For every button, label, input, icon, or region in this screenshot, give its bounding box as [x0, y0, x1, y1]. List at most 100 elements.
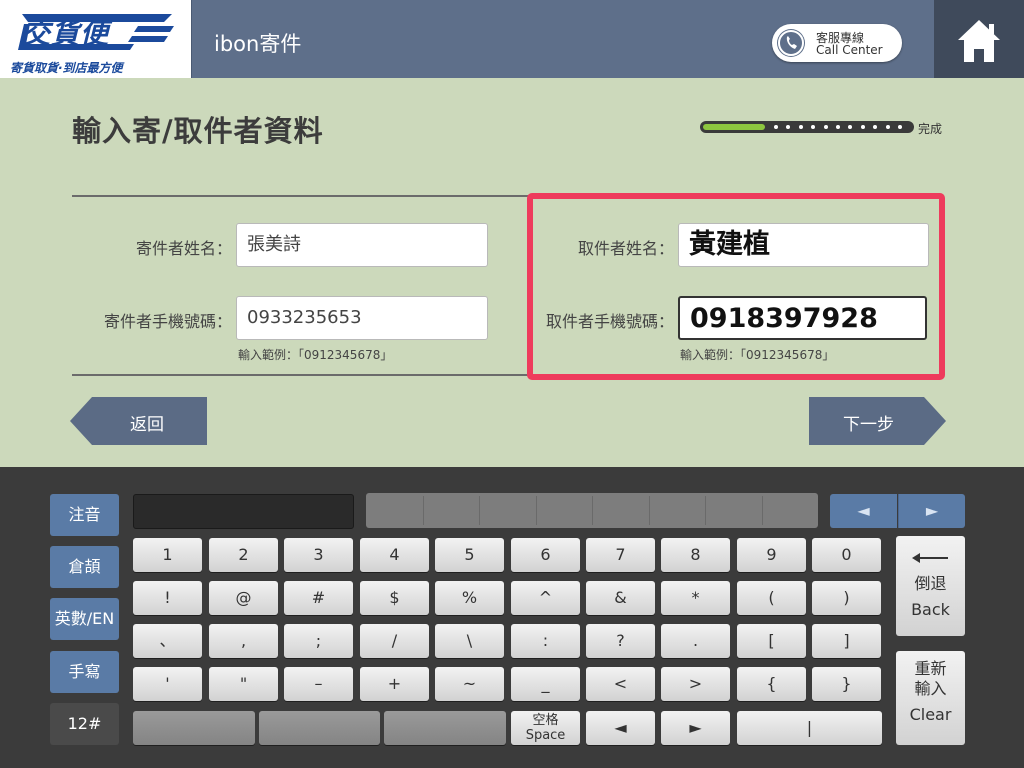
home-icon	[958, 20, 1000, 62]
key-row3-5[interactable]: :	[511, 624, 580, 658]
key-row2-4[interactable]: %	[435, 581, 504, 615]
key-row2-9[interactable]: )	[812, 581, 881, 615]
next-button-label: 下一步	[843, 415, 894, 435]
progress-fill	[703, 124, 765, 130]
candidate-separator	[762, 496, 763, 525]
key-row2-1[interactable]: @	[209, 581, 278, 615]
progress-dots	[774, 124, 908, 130]
cursor-right-key[interactable]: ►	[661, 711, 730, 745]
progress-bar	[700, 121, 914, 133]
candidate-separator	[592, 496, 593, 525]
key-row3-0[interactable]: 、	[133, 624, 202, 658]
key-row1-5[interactable]: 6	[511, 538, 580, 572]
progress-dot	[836, 125, 840, 129]
sender-name-input[interactable]: 張美詩	[236, 223, 488, 267]
key-row4-2[interactable]: –	[284, 667, 353, 701]
composition-display	[133, 494, 354, 529]
key-row3-1[interactable]: ,	[209, 624, 278, 658]
key-row4-5[interactable]: _	[511, 667, 580, 701]
mode-handwriting-key[interactable]: 手寫	[50, 651, 119, 693]
sender-phone-input[interactable]: 0933235653	[236, 296, 488, 340]
progress-dot	[823, 125, 828, 129]
key-row3-2[interactable]: ;	[284, 624, 353, 658]
key-row3-6[interactable]: ?	[586, 624, 655, 658]
progress-dot	[873, 125, 878, 129]
candidate-separator	[705, 496, 706, 525]
key-row3-3[interactable]: /	[360, 624, 429, 658]
key-row4-9[interactable]: }	[812, 667, 881, 701]
sender-phone-label: 寄件者手機號碼：	[103, 312, 232, 331]
backspace-label-zh: 倒退	[914, 574, 947, 593]
clear-key[interactable]: 重新 輸入 Clear	[896, 651, 965, 745]
page-title: 輸入寄/取件者資料	[72, 114, 324, 148]
progress-dot	[811, 125, 816, 129]
key-row3-7[interactable]: .	[661, 624, 730, 658]
blank-key-3[interactable]	[384, 711, 506, 745]
back-arrow-icon	[912, 553, 948, 563]
candidate-separator	[649, 496, 650, 525]
candidate-prev-button[interactable]: ◄	[830, 494, 897, 528]
key-row4-7[interactable]: >	[661, 667, 730, 701]
progress-dot	[786, 125, 791, 129]
cursor-left-key[interactable]: ◄	[586, 711, 655, 745]
key-row2-8[interactable]: (	[737, 581, 806, 615]
key-row2-5[interactable]: ^	[511, 581, 580, 615]
key-row1-2[interactable]: 3	[284, 538, 353, 572]
candidate-separator	[423, 496, 424, 525]
candidate-next-button[interactable]: ►	[898, 494, 965, 528]
header-bar: 交貨便 寄貨取貨·到店最方便 ibon寄件 客服專線 Call Center	[0, 0, 1024, 78]
progress-dot	[774, 125, 778, 129]
key-row3-9[interactable]: ]	[812, 624, 881, 658]
mode-english-key[interactable]: 英數/EN	[50, 598, 119, 640]
call-center-label-en: Call Center	[816, 43, 883, 57]
key-row2-6[interactable]: &	[586, 581, 655, 615]
space-key-label-zh: 空格	[532, 713, 559, 728]
key-row4-8[interactable]: {	[737, 667, 806, 701]
logo-text: 交貨便	[22, 17, 110, 50]
candidate-separator	[479, 496, 480, 525]
key-row2-2[interactable]: #	[284, 581, 353, 615]
key-row1-3[interactable]: 4	[360, 538, 429, 572]
key-row1-1[interactable]: 2	[209, 538, 278, 572]
cursor-bar-key[interactable]: |	[737, 711, 882, 745]
mode-cangjie-key[interactable]: 倉頡	[50, 546, 119, 588]
sender-name-label: 寄件者姓名：	[135, 239, 232, 258]
call-center-button[interactable]: 客服專線 Call Center	[772, 24, 902, 62]
next-button[interactable]: 下一步	[809, 397, 946, 445]
key-row4-0[interactable]: '	[133, 667, 202, 701]
progress-dot	[848, 125, 853, 129]
brand-logo: 交貨便 寄貨取貨·到店最方便	[0, 0, 192, 78]
mode-zhuyin-key[interactable]: 注音	[50, 494, 119, 536]
backspace-key[interactable]: 倒退 Back	[896, 536, 965, 636]
progress-dot	[898, 125, 902, 129]
key-row1-7[interactable]: 8	[661, 538, 730, 572]
candidate-separator	[536, 496, 537, 525]
blank-key-1[interactable]	[133, 711, 255, 745]
mode-symbols-key[interactable]: 12#	[50, 703, 119, 745]
blank-key-2[interactable]	[259, 711, 380, 745]
back-button[interactable]: 返回	[70, 397, 207, 445]
key-row1-4[interactable]: 5	[435, 538, 504, 572]
progress-end-label: 完成	[918, 122, 943, 136]
key-row2-3[interactable]: $	[360, 581, 429, 615]
recipient-highlight-box	[527, 193, 945, 380]
key-row1-9[interactable]: 0	[812, 538, 881, 572]
key-row4-1[interactable]: "	[209, 667, 278, 701]
key-row4-3[interactable]: +	[360, 667, 429, 701]
key-row3-4[interactable]: \	[435, 624, 504, 658]
key-row1-0[interactable]: 1	[133, 538, 202, 572]
home-button[interactable]	[934, 0, 1024, 78]
clear-label-zh-1: 重新	[914, 659, 947, 678]
logo-tagline: 寄貨取貨·到店最方便	[10, 61, 123, 75]
key-row1-8[interactable]: 9	[737, 538, 806, 572]
key-row2-0[interactable]: !	[133, 581, 202, 615]
key-row1-6[interactable]: 7	[586, 538, 655, 572]
divider-bottom	[72, 374, 530, 376]
page-header-title: ibon寄件	[214, 32, 302, 56]
candidate-bar[interactable]	[366, 493, 818, 528]
key-row4-6[interactable]: <	[586, 667, 655, 701]
key-row4-4[interactable]: ~	[435, 667, 504, 701]
key-row2-7[interactable]: *	[661, 581, 730, 615]
space-key[interactable]: 空格 Space	[511, 711, 580, 745]
key-row3-8[interactable]: [	[737, 624, 806, 658]
